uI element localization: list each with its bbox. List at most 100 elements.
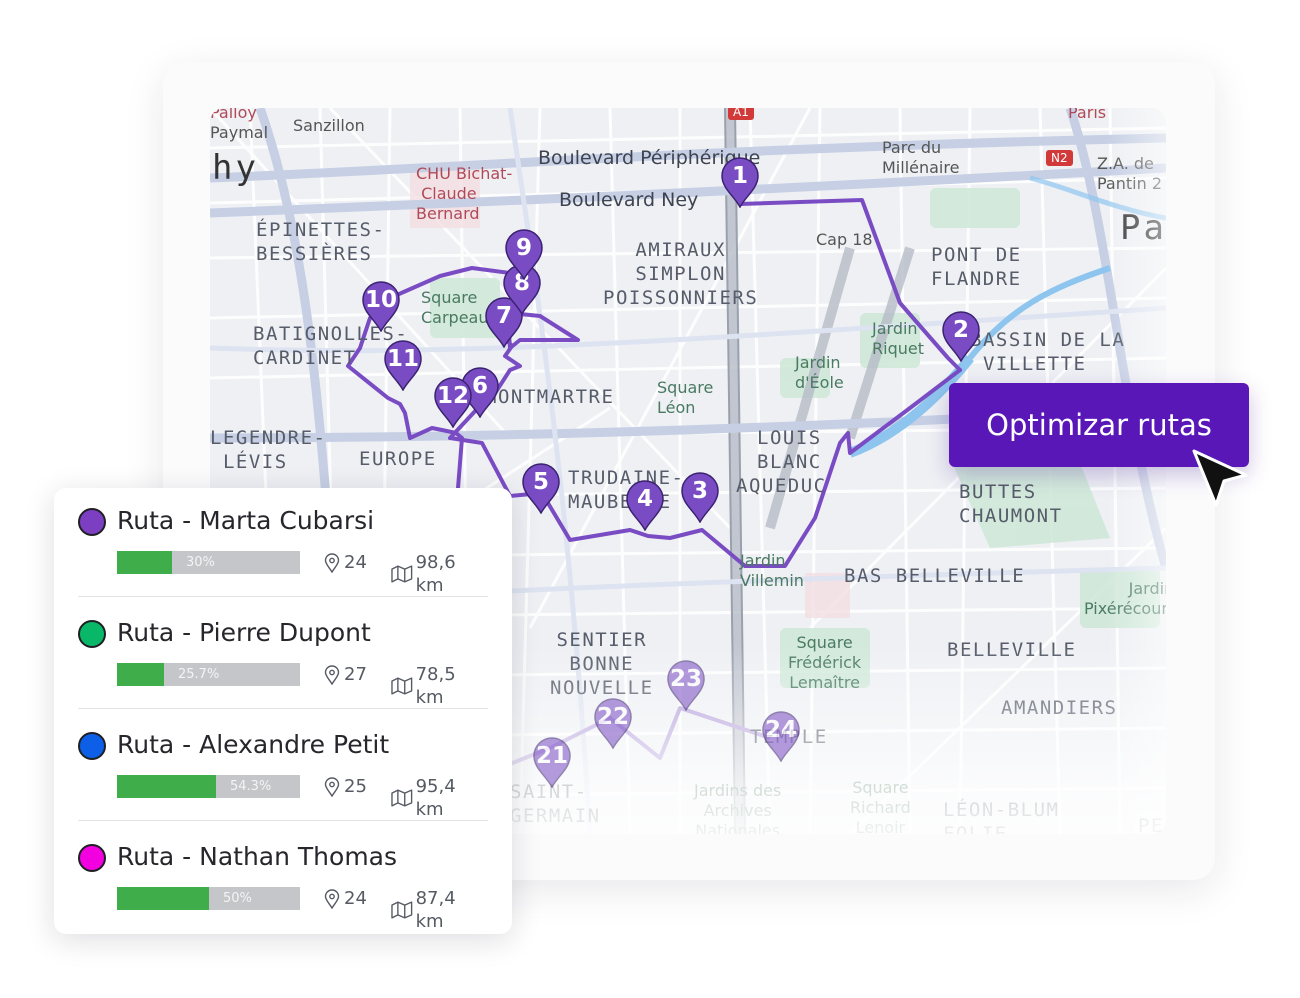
map-label: Jardin Villemin — [740, 551, 804, 590]
map-label: Paymal — [210, 123, 269, 142]
map-label: hy — [212, 148, 259, 188]
stop-number: 22 — [596, 704, 629, 730]
map-distance-icon — [391, 901, 413, 919]
stop-pin[interactable]: 3 — [680, 471, 720, 523]
map-label: Jardins des Archives Nationales — [694, 781, 782, 834]
stop-pin[interactable]: 5 — [521, 462, 561, 514]
map-label: CHU Bichat- Claude Bernard — [416, 164, 513, 223]
route-item[interactable]: Ruta - Alexandre Petit 54.3% 25 95,4 km — [78, 712, 488, 824]
map-label: LEGENDRE- LÉVIS — [210, 427, 327, 473]
location-pin-icon — [324, 776, 340, 797]
stop-pin[interactable]: 10 — [361, 280, 401, 332]
map-label: ÉPINETTES- BESSIÈRES — [256, 219, 386, 265]
map-label: Sanzillon — [293, 116, 365, 135]
location-pin-icon — [324, 552, 340, 573]
map-label: Boulevard Ney — [559, 189, 699, 211]
road-shield: A1 — [728, 108, 754, 120]
map-label: PE — [1138, 815, 1164, 834]
route-distance: 98,6 km — [391, 551, 488, 597]
route-distance: 87,4 km — [391, 887, 488, 933]
route-stops: 24 — [324, 887, 367, 910]
route-color-dot — [78, 620, 106, 648]
route-progress-label: 25.7% — [178, 667, 220, 682]
road-shield: N2 — [1046, 150, 1073, 166]
route-color-dot — [78, 844, 106, 872]
stop-number: 10 — [364, 287, 397, 313]
route-progress-label: 50% — [223, 891, 252, 906]
route-progress-label: 54.3% — [230, 779, 272, 794]
map-label: Palloy — [210, 108, 257, 122]
route-name: Ruta - Marta Cubarsi — [117, 506, 375, 535]
route-distance: 78,5 km — [391, 663, 488, 709]
route-distance: 95,4 km — [391, 775, 488, 821]
stop-pin[interactable]: 1 — [720, 156, 760, 208]
map-label: AQUEDUC — [736, 475, 827, 497]
stop-number: 2 — [952, 317, 969, 343]
route-item[interactable]: Ruta - Marta Cubarsi 30% 24 98,6 km — [78, 488, 488, 600]
map-distance-icon — [391, 677, 413, 695]
stop-number: 23 — [669, 666, 702, 692]
route-progress-bar: 54.3% — [117, 775, 300, 798]
map-label: LOUIS BLANC — [757, 427, 822, 473]
map-label: PONT DE FLANDRE — [931, 244, 1022, 290]
stop-pin[interactable]: 4 — [625, 479, 665, 531]
stop-pin[interactable]: 22 — [593, 697, 633, 749]
map-label: Parc du Millénaire — [882, 138, 960, 177]
route-name: Ruta - Alexandre Petit — [117, 730, 390, 759]
stop-number: 5 — [532, 469, 549, 495]
map-label: MONTMARTRE — [485, 386, 615, 408]
stop-pin[interactable]: 21 — [532, 736, 572, 788]
stop-pin[interactable]: 9 — [504, 228, 544, 280]
map-label: Z.A. de Pantin 2 — [1097, 154, 1162, 193]
stop-pin[interactable]: 24 — [761, 710, 801, 762]
stop-number: 3 — [691, 478, 708, 504]
map-label: Paris — [1068, 108, 1107, 122]
routes-panel: Ruta - Marta Cubarsi 30% 24 98,6 km Ruta… — [54, 488, 512, 934]
map-label: SENTIER BONNE NOUVELLE — [550, 629, 654, 699]
route-item[interactable]: Ruta - Nathan Thomas 50% 24 87,4 km — [78, 824, 488, 936]
divider — [78, 708, 488, 709]
stop-number: 11 — [386, 346, 419, 372]
stop-number: 12 — [436, 383, 469, 409]
stop-number: 9 — [515, 235, 532, 261]
map-label: Jardin Pixérécourt — [1084, 579, 1166, 618]
stop-number: 1 — [731, 163, 748, 189]
stop-pin[interactable]: 12 — [433, 376, 473, 428]
stop-pin[interactable]: 11 — [383, 339, 423, 391]
map-label: LÉON-BLUM FOLIE- — [943, 799, 1060, 834]
route-name: Ruta - Pierre Dupont — [117, 618, 371, 647]
map-distance-icon — [391, 789, 413, 807]
map-label: Jardin Riquet — [872, 319, 924, 358]
stop-number: 4 — [636, 486, 653, 512]
route-progress-bar: 25.7% — [117, 663, 300, 686]
map-label: Cap 18 — [816, 230, 873, 249]
divider — [78, 820, 488, 821]
map-label: BUTTES CHAUMONT — [959, 481, 1063, 527]
mouse-cursor-icon — [1192, 449, 1248, 507]
route-progress-bar: 50% — [117, 887, 300, 910]
map-label: BAS BELLEVILLE — [844, 565, 1026, 587]
map-label: EUROPE — [359, 448, 437, 470]
map-label: Pa — [1120, 208, 1166, 248]
route-stops: 24 — [324, 551, 367, 574]
stop-number: 24 — [764, 717, 797, 743]
stop-pin[interactable]: 23 — [666, 659, 706, 711]
location-pin-icon — [324, 888, 340, 909]
map-label: Jardin d'Éole — [795, 353, 844, 392]
map-label: BASSIN DE LA VILLETTE — [970, 329, 1126, 375]
map-label: AMANDIERS — [1001, 697, 1118, 719]
route-progress-label: 30% — [186, 555, 215, 570]
route-name: Ruta - Nathan Thomas — [117, 842, 398, 871]
route-item[interactable]: Ruta - Pierre Dupont 25.7% 27 78,5 km — [78, 600, 488, 712]
map-label: Square Frédérick Lemaître — [788, 633, 862, 692]
map-label: Square Richard Lenoir — [850, 778, 911, 834]
route-color-dot — [78, 508, 106, 536]
divider — [78, 596, 488, 597]
map-label: BELLEVILLE — [947, 639, 1077, 661]
stop-number: 21 — [535, 743, 568, 769]
location-pin-icon — [324, 664, 340, 685]
route-stops: 27 — [324, 663, 367, 686]
route-progress-bar: 30% — [117, 551, 300, 574]
stop-pin[interactable]: 2 — [941, 310, 981, 362]
route-stops: 25 — [324, 775, 367, 798]
